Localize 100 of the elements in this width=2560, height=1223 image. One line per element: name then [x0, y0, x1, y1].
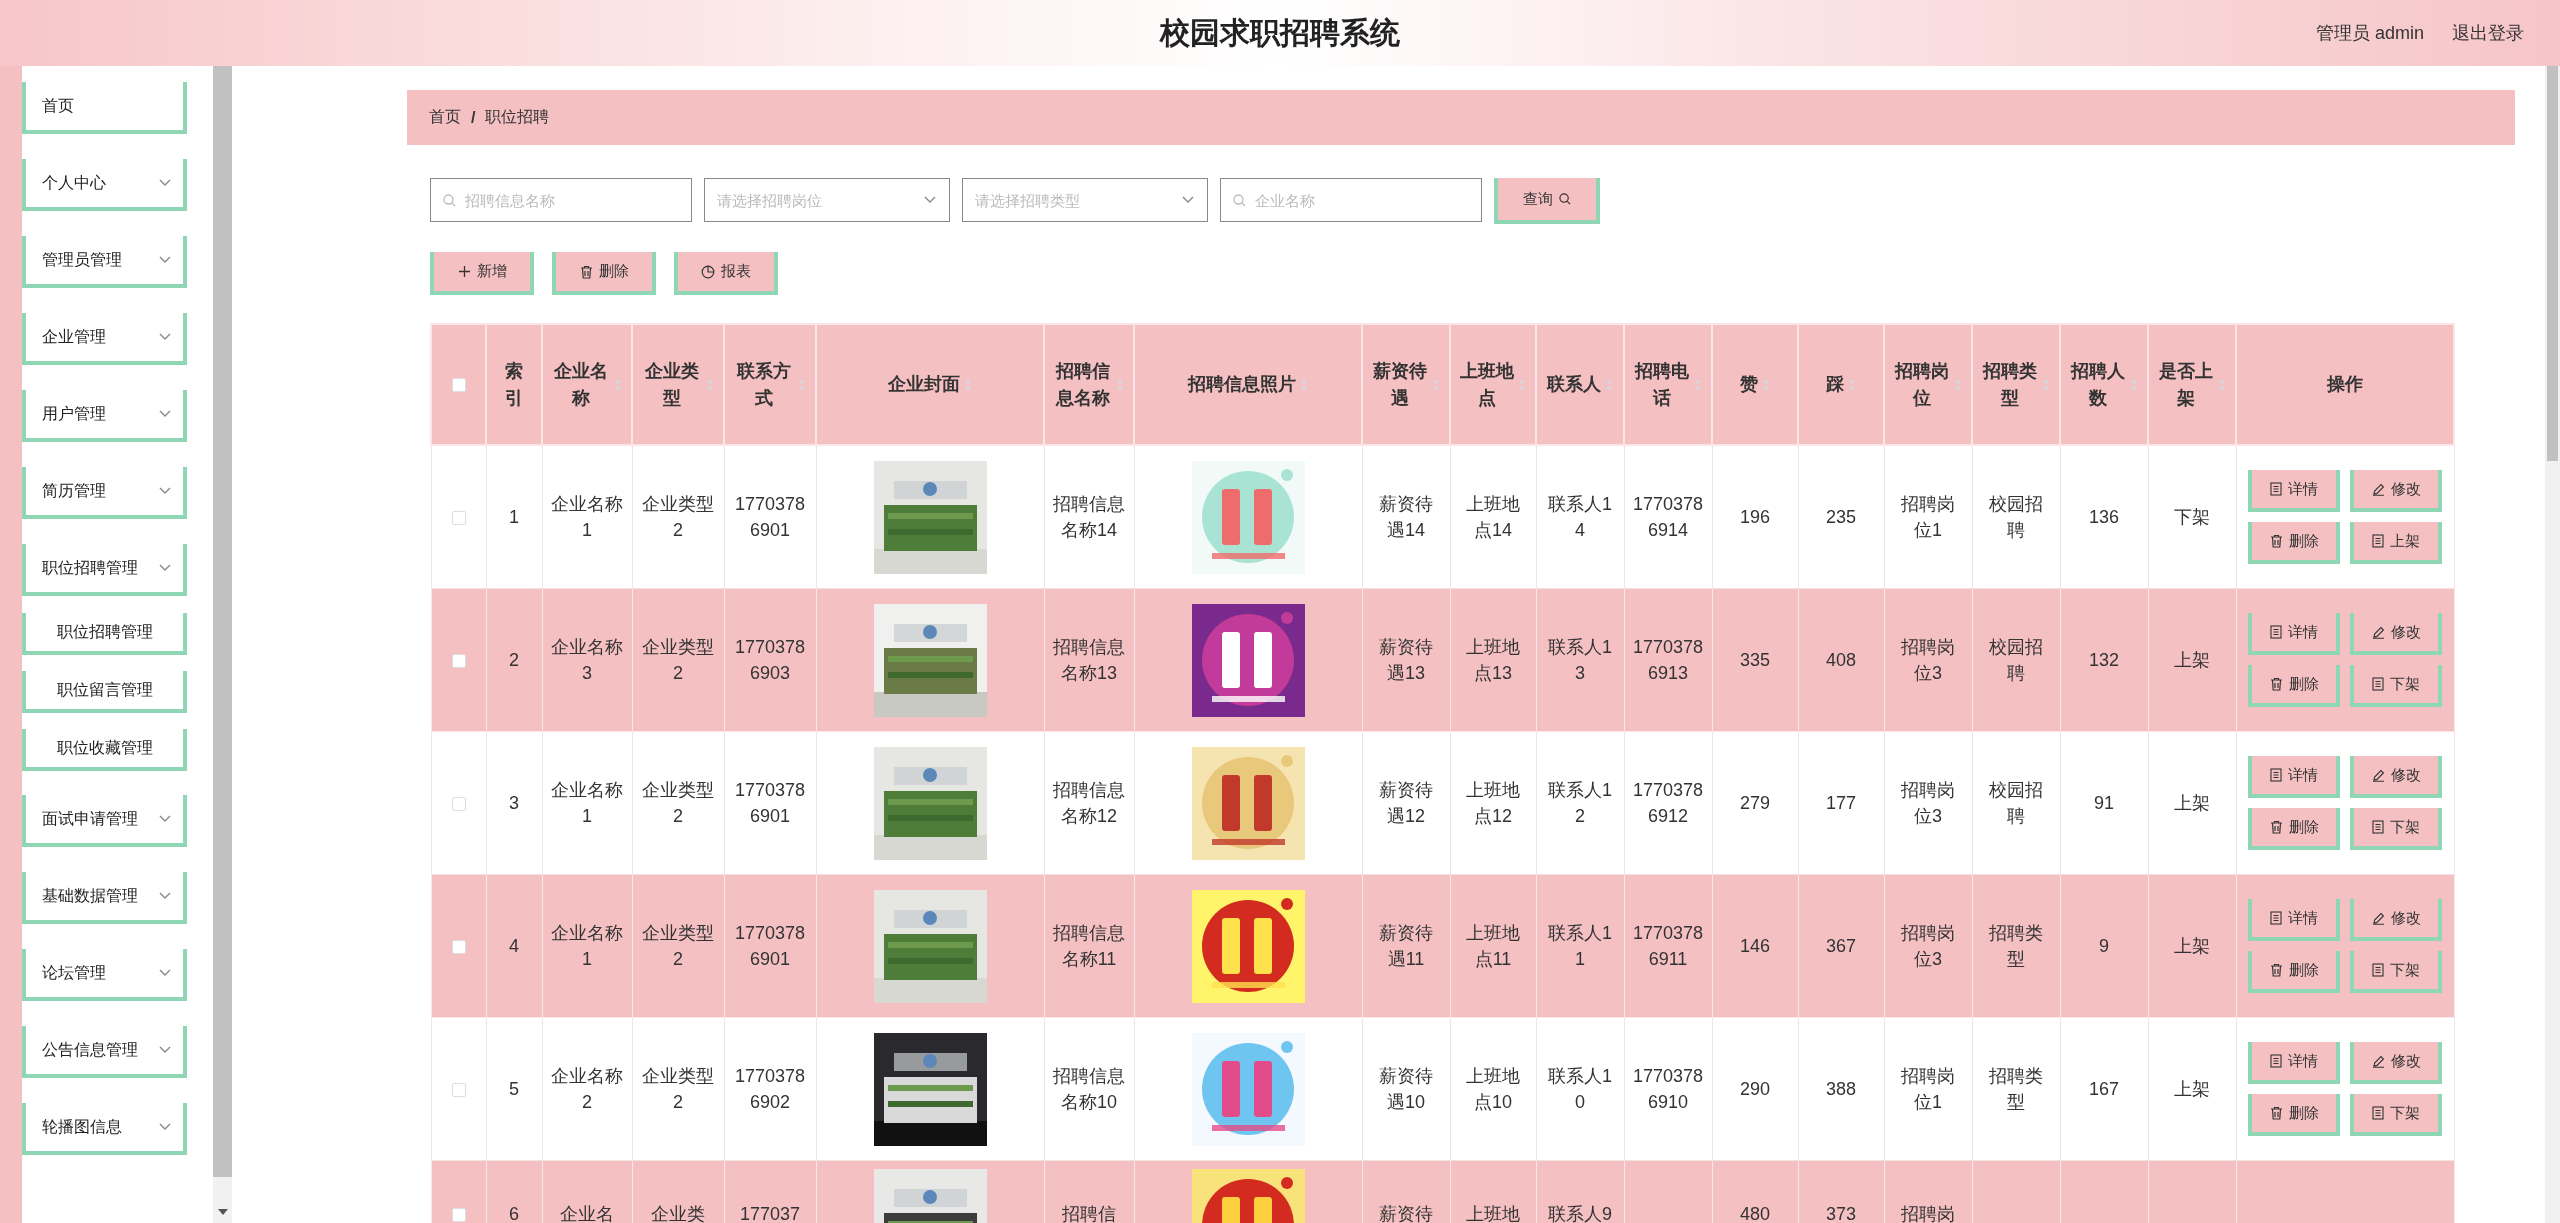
shelf-button[interactable]: 下架: [2350, 665, 2442, 707]
sidebar-subitem[interactable]: 职位收藏管理: [22, 729, 187, 771]
sort-icon[interactable]: [1432, 377, 1440, 392]
column-header[interactable]: 企业封面: [888, 371, 960, 398]
document-icon: [2270, 625, 2282, 639]
sort-icon[interactable]: [1518, 377, 1526, 392]
row-checkbox[interactable]: [451, 797, 466, 812]
sort-icon[interactable]: [2042, 377, 2050, 392]
row-checkbox[interactable]: [451, 1208, 466, 1223]
chevron-down-icon: [159, 1046, 171, 1054]
sort-icon[interactable]: [964, 377, 972, 392]
shelf-button[interactable]: 上架: [2350, 522, 2442, 564]
search-field[interactable]: 招聘信息名称: [430, 178, 692, 222]
edit-button[interactable]: 修改: [2350, 1042, 2442, 1084]
table-cell: 146: [1739, 935, 1770, 956]
table-cell: 上班地: [1466, 1204, 1520, 1223]
scrollbar[interactable]: [2545, 66, 2560, 1223]
search-field[interactable]: 企业名称: [1220, 178, 1482, 222]
scrollbar[interactable]: [213, 66, 232, 1223]
sort-icon[interactable]: [1762, 377, 1770, 392]
trash-icon: [2269, 820, 2283, 834]
table-cell: 177: [1825, 792, 1856, 813]
edit-button[interactable]: 修改: [2350, 470, 2442, 512]
select-field[interactable]: 请选择招聘类型: [962, 178, 1208, 222]
shelf-button[interactable]: 下架: [2350, 951, 2442, 993]
table-cell: 132: [2088, 649, 2119, 670]
sidebar-item[interactable]: 首页: [22, 82, 187, 134]
detail-button[interactable]: 详情: [2248, 613, 2340, 655]
chevron-down-icon: [159, 179, 171, 187]
delete-button[interactable]: 删除: [2248, 1094, 2340, 1136]
table-cell: 279: [1739, 792, 1770, 813]
sort-icon[interactable]: [1116, 377, 1124, 392]
chevron-down-icon: [1182, 196, 1194, 204]
sidebar-item[interactable]: 论坛管理: [22, 949, 187, 1001]
sidebar-item[interactable]: 个人中心: [22, 159, 187, 211]
table-cell: 167: [2088, 1078, 2119, 1099]
sort-icon[interactable]: [706, 377, 714, 392]
select-field[interactable]: 请选择招聘岗位: [704, 178, 950, 222]
edit-button[interactable]: 修改: [2350, 613, 2442, 655]
table-cell: 9: [2099, 935, 2109, 956]
table-cell: 企业类: [651, 1204, 705, 1223]
sidebar-item[interactable]: 面试申请管理: [22, 795, 187, 847]
select-all-checkbox[interactable]: [451, 378, 466, 393]
delete-button[interactable]: 删除: [2248, 808, 2340, 850]
sort-icon[interactable]: [1954, 377, 1962, 392]
logout-link[interactable]: 退出登录: [2452, 21, 2524, 45]
column-header[interactable]: 招聘信息照片: [1188, 371, 1296, 398]
delete-button[interactable]: 删除: [552, 252, 656, 295]
search-button[interactable]: 查询: [1494, 178, 1600, 224]
table-cell: 4: [509, 935, 519, 956]
search-icon: [1233, 194, 1246, 207]
sort-icon[interactable]: [2218, 377, 2226, 392]
delete-button[interactable]: 删除: [2248, 665, 2340, 707]
column-header[interactable]: 赞: [1740, 371, 1758, 398]
chevron-down-icon: [159, 410, 171, 418]
sidebar-item[interactable]: 用户管理: [22, 390, 187, 442]
detail-button[interactable]: 详情: [2248, 899, 2340, 941]
search-icon: [443, 194, 456, 207]
shelf-button[interactable]: 下架: [2350, 808, 2442, 850]
sidebar-item[interactable]: 公告信息管理: [22, 1026, 187, 1078]
detail-button[interactable]: 详情: [2248, 756, 2340, 798]
sort-icon[interactable]: [1848, 377, 1856, 392]
breadcrumb-item[interactable]: 首页: [429, 107, 461, 128]
column-header: 操作: [2327, 373, 2363, 396]
detail-button[interactable]: 详情: [2248, 1042, 2340, 1084]
delete-button[interactable]: 删除: [2248, 522, 2340, 564]
report-button[interactable]: 报表: [674, 252, 778, 295]
sidebar-item[interactable]: 企业管理: [22, 313, 187, 365]
table-cell: 2: [509, 649, 519, 670]
sort-icon[interactable]: [2130, 377, 2138, 392]
trash-icon: [2269, 534, 2283, 548]
detail-button[interactable]: 详情: [2248, 470, 2340, 512]
sort-icon[interactable]: [1694, 377, 1702, 392]
sort-icon[interactable]: [1300, 377, 1308, 392]
table-cell: 136: [2088, 506, 2119, 527]
sort-icon[interactable]: [798, 377, 806, 392]
add-button[interactable]: 新增: [430, 252, 534, 295]
shelf-button[interactable]: 下架: [2350, 1094, 2442, 1136]
edit-button[interactable]: 修改: [2350, 756, 2442, 798]
down-arrow-icon[interactable]: [217, 1209, 228, 1215]
sidebar-subitem[interactable]: 职位留言管理: [22, 671, 187, 713]
row-checkbox[interactable]: [451, 940, 466, 955]
row-checkbox[interactable]: [451, 654, 466, 669]
table-cell: 196: [1739, 506, 1770, 527]
sidebar-item[interactable]: 轮播图信息: [22, 1103, 187, 1155]
sidebar-item[interactable]: 职位招聘管理: [22, 544, 187, 596]
table-cell: 联系人10: [1548, 1065, 1612, 1112]
sort-icon[interactable]: [1605, 377, 1613, 392]
column-header[interactable]: 联系人: [1547, 371, 1601, 398]
row-checkbox[interactable]: [451, 511, 466, 526]
sort-icon[interactable]: [614, 377, 622, 392]
chevron-down-icon: [159, 487, 171, 495]
sidebar-item[interactable]: 管理员管理: [22, 236, 187, 288]
column-header[interactable]: 踩: [1826, 371, 1844, 398]
row-checkbox[interactable]: [451, 1083, 466, 1098]
sidebar-item[interactable]: 基础数据管理: [22, 872, 187, 924]
edit-button[interactable]: 修改: [2350, 899, 2442, 941]
delete-button[interactable]: 删除: [2248, 951, 2340, 993]
sidebar-item[interactable]: 简历管理: [22, 467, 187, 519]
sidebar-subitem[interactable]: 职位招聘管理: [22, 613, 187, 655]
